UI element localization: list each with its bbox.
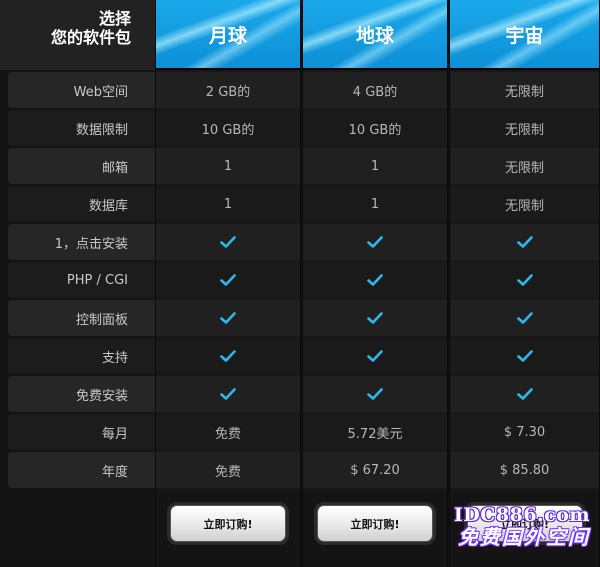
plan-column-earth: 地球 4 GB的 10 GB的 1 1 5.72美元 $ 67.20 立即订购! (302, 0, 448, 567)
feature-cell (303, 224, 447, 260)
value-cell: 1 (303, 148, 447, 184)
check-icon (220, 274, 236, 286)
value-cell: 2 GB的 (156, 72, 300, 108)
value-cell: $ 85.80 (450, 452, 599, 488)
plan-header-earth: 地球 (303, 0, 447, 70)
choose-title-line1: 选择 (98, 9, 131, 28)
value-cell: 无限制 (450, 148, 599, 184)
feature-cell (450, 262, 599, 298)
feature-cell (450, 224, 599, 260)
check-icon (367, 236, 383, 248)
feature-cell (303, 338, 447, 374)
pricing-table: 选择 您的软件包 Web空间 数据限制 邮箱 数据库 1，点击安装 PHP / CGI 控制… (0, 0, 600, 567)
check-icon (367, 350, 383, 362)
order-now-button-earth[interactable]: 立即订购! (317, 505, 433, 542)
choose-package-title: 选择 您的软件包 (0, 0, 155, 70)
choose-title-line2: 您的软件包 (50, 28, 131, 47)
feature-cell (450, 376, 599, 412)
check-icon (367, 388, 383, 400)
value-cell: 1 (156, 186, 300, 222)
row-label: 支持 (8, 338, 155, 374)
row-label: 免费安装 (8, 376, 155, 412)
value-cell: 无限制 (450, 72, 599, 108)
check-icon (516, 388, 533, 400)
check-icon (516, 274, 533, 286)
order-now-button-moon[interactable]: 立即订购! (170, 505, 286, 542)
row-label: 年度 (8, 452, 155, 488)
value-cell: 5.72美元 (303, 414, 447, 450)
row-label: PHP / CGI (8, 262, 155, 298)
feature-cell (303, 376, 447, 412)
feature-cell (303, 300, 447, 336)
value-cell: 免费 (156, 414, 300, 450)
row-label: 1，点击安装 (8, 224, 155, 260)
check-icon (367, 312, 383, 324)
plan-header-moon: 月球 (156, 0, 300, 70)
value-cell: 无限制 (450, 110, 599, 146)
site-watermark: IDC886.com 免费国外空间 (452, 505, 600, 561)
watermark-slogan: 免费国外空间 (458, 525, 590, 549)
feature-label-column: 选择 您的软件包 Web空间 数据限制 邮箱 数据库 1，点击安装 PHP / CGI 控制… (0, 0, 155, 567)
feature-cell (450, 300, 599, 336)
value-cell: 免费 (156, 452, 300, 488)
watermark-domain: IDC886.com (453, 504, 590, 526)
row-label: 数据库 (8, 186, 155, 222)
row-label: 每月 (8, 414, 155, 450)
value-cell: 1 (303, 186, 447, 222)
plan-column-moon: 月球 2 GB的 10 GB的 1 1 免费 免费 立即订购! (155, 0, 301, 567)
check-icon (516, 350, 533, 362)
feature-cell (156, 376, 300, 412)
check-icon (516, 312, 533, 324)
value-cell: 无限制 (450, 186, 599, 222)
plan-header-universe: 宇宙 (450, 0, 599, 70)
check-icon (367, 274, 383, 286)
check-icon (516, 236, 533, 248)
feature-cell (156, 300, 300, 336)
value-cell: $ 67.20 (303, 452, 447, 488)
value-cell: 10 GB的 (303, 110, 447, 146)
value-cell: $ 7.30 (450, 414, 599, 450)
row-label: 邮箱 (8, 148, 155, 184)
row-label: 数据限制 (8, 110, 155, 146)
check-icon (220, 350, 236, 362)
value-cell: 4 GB的 (303, 72, 447, 108)
feature-cell (156, 338, 300, 374)
row-label: 控制面板 (8, 300, 155, 336)
feature-cell (303, 262, 447, 298)
check-icon (220, 388, 236, 400)
value-cell: 1 (156, 148, 300, 184)
feature-cell (156, 224, 300, 260)
plan-column-universe: 宇宙 无限制 无限制 无限制 无限制 $ 7.30 $ 85.80 立即订购! (449, 0, 600, 567)
check-icon (220, 312, 236, 324)
feature-cell (156, 262, 300, 298)
feature-cell (450, 338, 599, 374)
check-icon (220, 236, 236, 248)
row-label: Web空间 (8, 72, 155, 108)
value-cell: 10 GB的 (156, 110, 300, 146)
